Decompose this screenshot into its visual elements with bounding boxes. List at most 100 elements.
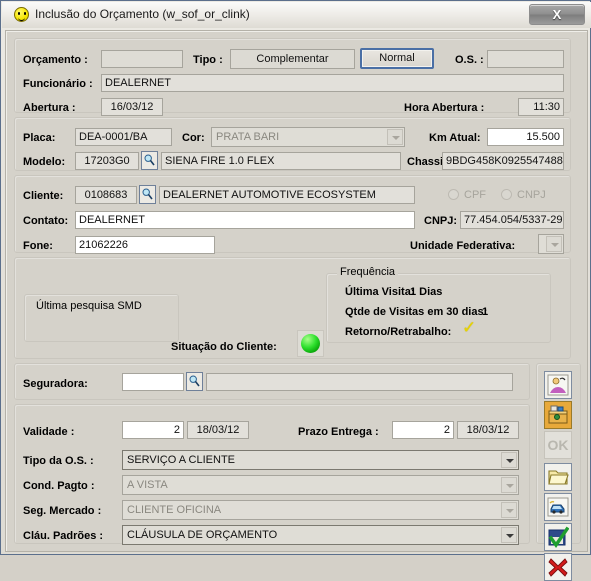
toolbox-icon[interactable] (544, 401, 572, 429)
chevron-down-icon[interactable] (546, 236, 562, 252)
validade-days-input[interactable]: 2 (122, 421, 184, 439)
cliente-desc-input[interactable]: DEALERNET AUTOMOTIVE ECOSYSTEM (159, 186, 415, 204)
seg-mercado-label: Seg. Mercado : (23, 505, 102, 517)
confirm-check-icon[interactable] (544, 523, 572, 551)
seguradora-search-icon[interactable] (186, 372, 203, 391)
frequencia-legend: Frequência (337, 265, 399, 279)
cond-pagto-select[interactable]: A VISTA (122, 475, 519, 495)
ultima-visita-value: 1 Dias (410, 286, 443, 298)
hora-abertura-label: Hora Abertura : (404, 102, 485, 114)
panel-order-info: Orçamento : Tipo : Complementar Normal O… (14, 38, 571, 116)
window-title: Inclusão do Orçamento (w_sof_or_clink) (35, 7, 250, 21)
cor-value: PRATA BARI (216, 131, 280, 143)
situacao-cliente-indicator (297, 330, 324, 357)
qtde-visitas-value: 1 (482, 306, 489, 318)
funcionario-input[interactable]: DEALERNET (101, 74, 564, 92)
cond-pagto-value: A VISTA (127, 479, 168, 491)
cnpj-radio[interactable] (501, 189, 512, 200)
toolbar-panel: OK (536, 363, 581, 581)
vehicle-icon[interactable] (544, 493, 572, 521)
orcamento-label: Orçamento : (23, 54, 88, 66)
contato-input[interactable]: DEALERNET (75, 211, 415, 229)
tipo-normal-button[interactable]: Normal (360, 48, 434, 69)
cliente-label: Cliente: (23, 190, 64, 202)
cor-label: Cor: (182, 132, 205, 144)
clau-padroes-select[interactable]: CLÁUSULA DE ORÇAMENTO (122, 525, 519, 545)
chevron-down-icon[interactable] (387, 129, 403, 145)
placa-label: Placa: (23, 132, 56, 144)
cnpj-label: CNPJ (517, 189, 546, 201)
panel-vehicle: Placa: DEA-0001/BA Cor: PRATA BARI Km At… (14, 117, 571, 171)
seguradora-code-input[interactable] (122, 373, 184, 391)
tipo-os-value: SERVIÇO A CLIENTE (127, 454, 236, 466)
prazo-entrega-label: Prazo Entrega : (298, 426, 379, 438)
ok-label: OK (547, 437, 569, 453)
prazo-entrega-date-input[interactable]: 18/03/12 (457, 421, 519, 439)
dialog-window: Inclusão do Orçamento (w_sof_or_clink) X… (0, 0, 591, 581)
title-bar: Inclusão do Orçamento (w_sof_or_clink) X (2, 2, 591, 28)
orcamento-input[interactable] (101, 50, 183, 68)
tipo-complementar-button[interactable]: Complementar (230, 49, 355, 69)
smiley-icon (14, 7, 29, 22)
close-button[interactable]: X (529, 4, 585, 25)
retorno-check-icon: ✓ (462, 318, 477, 338)
chevron-down-icon[interactable] (501, 452, 517, 468)
validade-date-input[interactable]: 18/03/12 (187, 421, 249, 439)
cpf-radio[interactable] (448, 189, 459, 200)
cond-pagto-label: Cond. Pagto : (23, 480, 95, 492)
km-atual-input[interactable]: 15.500 (487, 128, 564, 146)
modelo-desc-input[interactable]: SIENA FIRE 1.0 FLEX (161, 152, 401, 170)
situacao-cliente-label: Situação do Cliente: (171, 341, 277, 353)
panel-customer: Cliente: 0108683 DEALERNET AUTOMOTIVE EC… (14, 175, 571, 254)
clau-padroes-label: Cláu. Padrões : (23, 530, 104, 542)
retorno-retrabalho-label: Retorno/Retrabalho: (345, 326, 452, 338)
unidade-federativa-select[interactable] (538, 234, 564, 254)
open-folder-icon[interactable] (544, 463, 572, 491)
cancel-x-icon[interactable] (544, 553, 572, 581)
abertura-label: Abertura : (23, 102, 76, 114)
seguradora-label: Seguradora: (23, 378, 88, 390)
contato-label: Contato: (23, 215, 69, 227)
os-input[interactable] (487, 50, 564, 68)
placa-input[interactable]: DEA-0001/BA (75, 128, 172, 146)
qtde-visitas-label: Qtde de Visitas em 30 dias: (345, 306, 488, 318)
chevron-down-icon[interactable] (501, 477, 517, 493)
unidade-federativa-label: Unidade Federativa: (410, 240, 516, 252)
clau-padroes-value: CLÁUSULA DE ORÇAMENTO (127, 529, 278, 541)
ok-icon: OK (544, 431, 572, 459)
fone-input[interactable]: 21062226 (75, 236, 215, 254)
chassi-input[interactable]: 9BDG458K0925547488 (442, 152, 564, 170)
modelo-search-icon[interactable] (141, 151, 158, 170)
modelo-label: Modelo: (23, 156, 66, 168)
modelo-code-input[interactable]: 17203G0 (75, 152, 139, 170)
panel-terms: Validade : 2 18/03/12 Prazo Entrega : 2 … (14, 404, 530, 545)
chassi-label: Chassi: (407, 156, 447, 168)
tipo-label: Tipo : (193, 54, 223, 66)
cliente-code-input[interactable]: 0108683 (75, 186, 137, 204)
os-label: O.S. : (455, 54, 484, 66)
fone-label: Fone: (23, 240, 53, 252)
seg-mercado-value: CLIENTE OFICINA (127, 504, 222, 516)
ultima-pesquisa-label: Última pesquisa SMD (36, 300, 142, 312)
panel-customer-status: Última pesquisa SMD Situação do Cliente:… (14, 257, 571, 359)
chevron-down-icon[interactable] (501, 527, 517, 543)
tipo-os-label: Tipo da O.S. : (23, 455, 94, 467)
chevron-down-icon[interactable] (501, 502, 517, 518)
seg-mercado-select[interactable]: CLIENTE OFICINA (122, 500, 519, 520)
cor-select[interactable]: PRATA BARI (211, 127, 405, 147)
cnpj-field-label: CNPJ: (424, 215, 458, 227)
abertura-input[interactable]: 16/03/12 (101, 98, 163, 116)
funcionario-label: Funcionário : (23, 78, 93, 90)
tipo-os-select[interactable]: SERVIÇO A CLIENTE (122, 450, 519, 470)
cpf-label: CPF (464, 189, 486, 201)
ultima-visita-label: Última Visita: (345, 286, 415, 298)
prazo-entrega-days-input[interactable]: 2 (392, 421, 454, 439)
seguradora-desc-input[interactable] (206, 373, 513, 391)
customer-search-icon[interactable] (544, 371, 572, 399)
status-led-icon (301, 334, 320, 353)
panel-insurer: Seguradora: (14, 363, 530, 400)
hora-abertura-input[interactable]: 11:30 (518, 98, 564, 116)
cliente-search-icon[interactable] (139, 185, 156, 204)
cnpj-input[interactable]: 77.454.054/5337-29 (460, 211, 564, 229)
client-area: Orçamento : Tipo : Complementar Normal O… (5, 30, 588, 581)
